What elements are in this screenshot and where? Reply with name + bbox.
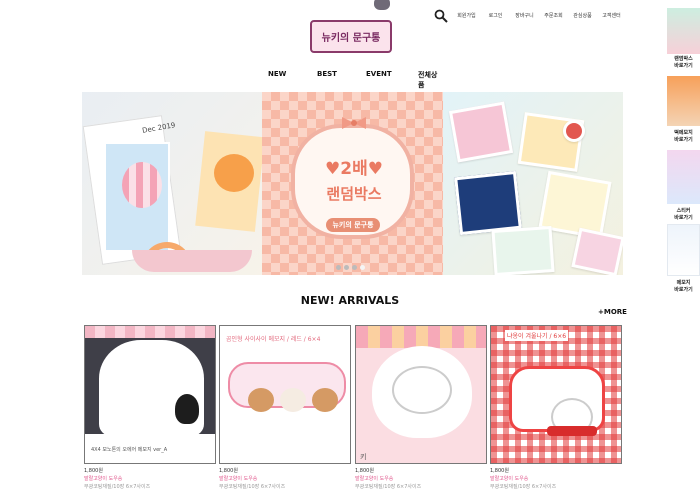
cart-link[interactable]: 장바구니 bbox=[510, 12, 539, 19]
login-link[interactable]: 로그인 bbox=[481, 12, 510, 19]
nav-best[interactable]: BEST bbox=[317, 70, 337, 78]
pattern-border bbox=[356, 326, 486, 348]
memo-pad bbox=[448, 101, 514, 163]
nav-event[interactable]: EVENT bbox=[366, 70, 392, 78]
site-logo[interactable]: 뉴키의 문구통 bbox=[310, 0, 392, 53]
logo-box: 뉴키의 문구통 bbox=[310, 20, 392, 53]
memo-pad bbox=[571, 227, 623, 275]
slider-dot-active[interactable] bbox=[360, 265, 365, 270]
product-brand: 발랄고양이 도우숑 bbox=[219, 476, 258, 482]
more-link[interactable]: +MORE bbox=[598, 308, 627, 316]
product-thumbnail[interactable]: 냐옹이 겨울나기 / 6×6 bbox=[490, 325, 622, 464]
main-banner[interactable]: Dec 2019 ♥2배♥ 랜덤박스 뉴키의 문구통 bbox=[82, 92, 623, 275]
bow-icon bbox=[342, 117, 366, 129]
bear-icon bbox=[280, 388, 306, 412]
banner-headline: ♥2배♥ bbox=[325, 159, 383, 179]
memo-pad-rabbit bbox=[491, 225, 555, 275]
flower-icon bbox=[563, 120, 585, 142]
banner-badge: 뉴키의 문구통 bbox=[326, 218, 380, 232]
slider-dots bbox=[336, 265, 365, 270]
thumbnail-caption: 냐옹이 겨울나기 / 6×6 bbox=[505, 330, 569, 341]
customer-center-link[interactable]: 고객센터 bbox=[597, 12, 626, 19]
slider-dot[interactable] bbox=[352, 265, 357, 270]
product-thumbnail[interactable]: 곰인형 사이사이 메모지 / 레드 / 6×4 bbox=[219, 325, 351, 464]
order-lookup-link[interactable]: 주문조회 bbox=[539, 12, 568, 19]
logo-text: 뉴키의 문구통 bbox=[321, 33, 381, 44]
product-description: 무광코팅재질/10장 6×7사이즈 bbox=[490, 484, 557, 490]
randombox-thumbnail bbox=[667, 8, 700, 54]
sidebar-item-label: 랜덤박스 bbox=[674, 56, 693, 62]
sidebar-item-label: 바로가기 bbox=[674, 63, 693, 69]
orange-fruit-icon bbox=[214, 154, 254, 192]
thumbnail-caption: 곰인형 사이사이 메모지 / 레드 / 6×4 bbox=[226, 336, 321, 343]
sidebar-item-label: 바로가기 bbox=[674, 137, 693, 143]
sidebar-item-label: 바로가기 bbox=[674, 215, 693, 221]
banner-subhead: 랜덤박스 bbox=[326, 185, 382, 203]
product-price: 1,800원 bbox=[490, 468, 509, 474]
bear-icon bbox=[312, 388, 338, 412]
product-price: 1,800원 bbox=[355, 468, 374, 474]
sidebar-item-label: 스티커 bbox=[676, 208, 691, 214]
banner-panel-notebook: Dec 2019 bbox=[82, 92, 265, 275]
sidebar-item-label: 떡메모지 bbox=[674, 130, 693, 136]
thumbnail-caption: 키 bbox=[360, 453, 367, 461]
quick-link-sidebar: 랜덤박스 바로가기 떡메모지 바로가기 스티커 바로가기 메모지 바로가기 bbox=[667, 0, 700, 500]
utility-menu: 회원가입 로그인 장바구니 주문조회 관심상품 고객센터 bbox=[452, 12, 626, 19]
memo-thumbnail bbox=[667, 224, 700, 276]
product-description: 무광코팅재질/10장 6×7사이즈 bbox=[84, 484, 151, 490]
cat-mascot-icon bbox=[374, 0, 390, 10]
memo-pad-moon bbox=[454, 170, 522, 236]
product-brand: 발랄고양이 도우숑 bbox=[490, 476, 529, 482]
panda-girl-icon bbox=[175, 394, 199, 424]
product-brand: 발랄고양이 도우숑 bbox=[355, 476, 394, 482]
slider-dot[interactable] bbox=[344, 265, 349, 270]
bear-icon bbox=[248, 388, 274, 412]
thumbnail-caption: 4X4 모노톤의 오에어 메모지 ver_A bbox=[91, 447, 168, 453]
product-description: 무광코팅재질/10장 6×7사이즈 bbox=[219, 484, 286, 490]
product-price: 1,800원 bbox=[219, 468, 238, 474]
signup-link[interactable]: 회원가입 bbox=[452, 12, 481, 19]
banner-panel-memo-pads bbox=[443, 92, 623, 275]
hot-air-balloon-icon bbox=[122, 162, 162, 208]
scallop-border bbox=[85, 326, 215, 338]
product-thumbnail[interactable]: 4X4 모노톤의 오에어 메모지 ver_A bbox=[84, 325, 216, 464]
scarf-icon bbox=[547, 426, 597, 436]
slider-dot[interactable] bbox=[336, 265, 341, 270]
product-description: 무광코팅재질/10장 6×7사이즈 bbox=[355, 484, 422, 490]
product-thumbnail[interactable]: 키 bbox=[355, 325, 487, 464]
product-price: 1,800원 bbox=[84, 468, 103, 474]
product-brand: 발랄고양이 도우숑 bbox=[84, 476, 123, 482]
cat-face-icon bbox=[392, 366, 452, 414]
sticker-thumbnail bbox=[667, 150, 700, 204]
nav-new[interactable]: NEW bbox=[268, 70, 286, 78]
scallop-edge bbox=[132, 250, 252, 272]
wishlist-link[interactable]: 관심상품 bbox=[568, 12, 597, 19]
nav-all-products[interactable]: 전체상품 bbox=[418, 70, 440, 90]
sidebar-item-label: 메모지 bbox=[676, 280, 691, 286]
main-nav: NEW BEST EVENT 전체상품 bbox=[260, 70, 440, 89]
search-icon[interactable] bbox=[434, 9, 448, 23]
section-title: NEW! ARRIVALS bbox=[300, 294, 400, 307]
tteok-memo-thumbnail bbox=[667, 76, 700, 126]
sidebar-item-label: 바로가기 bbox=[674, 287, 693, 293]
